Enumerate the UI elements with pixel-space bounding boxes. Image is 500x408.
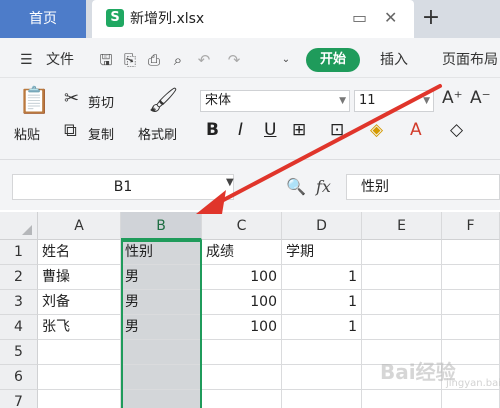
- watermark-logo: Bai经验: [380, 360, 456, 384]
- watermark-url: jingyan.baidu.com: [446, 378, 500, 389]
- arrow-annotation: [196, 84, 442, 214]
